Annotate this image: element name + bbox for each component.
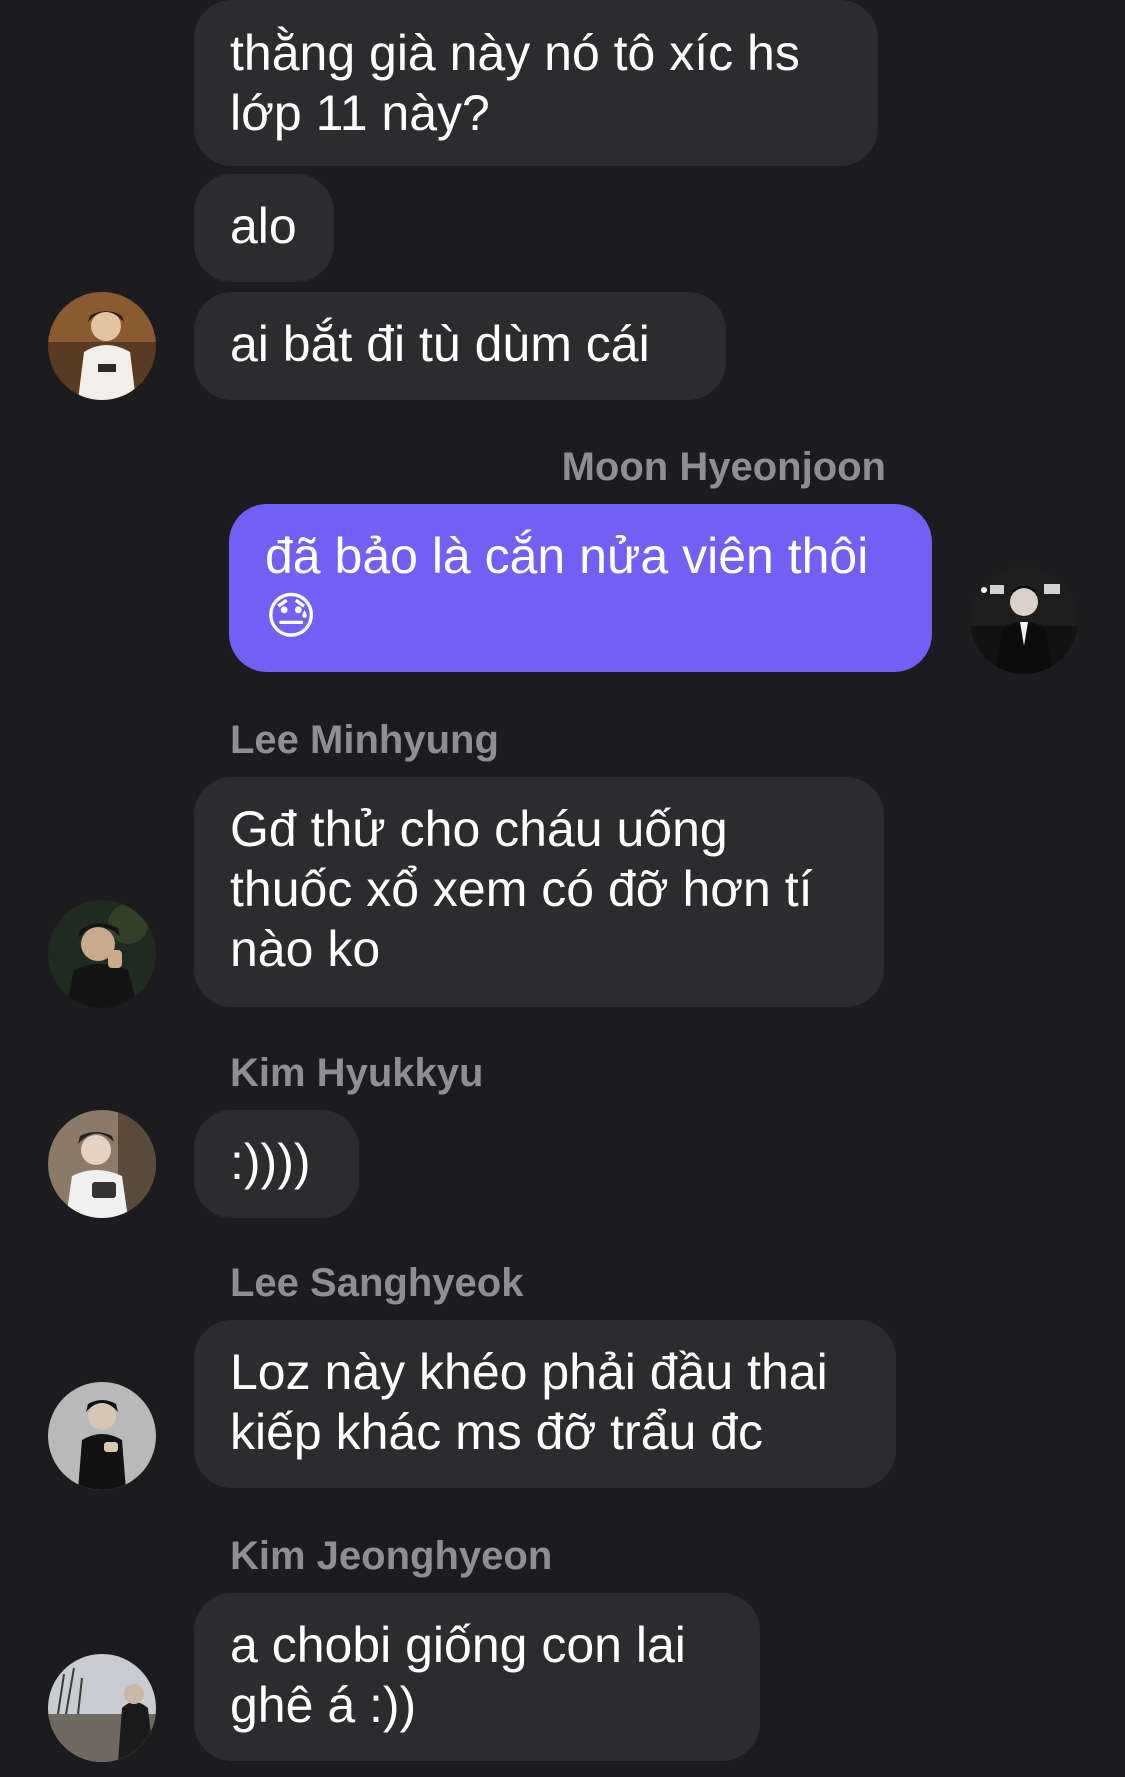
sender-avatar[interactable]: [48, 1382, 156, 1490]
message-bubble[interactable]: Loz này khéo phải đầu thai kiếp khác ms …: [194, 1320, 896, 1488]
sender-name: Moon Hyeonjoon: [561, 445, 886, 489]
sender-name: Kim Hyukkyu: [230, 1051, 484, 1095]
message-text: a chobi giống con lai ghê á :)): [230, 1617, 686, 1733]
sender-name: Lee Minhyung: [230, 718, 499, 762]
message-text: Loz này khéo phải đầu thai kiếp khác ms …: [230, 1344, 828, 1460]
message-bubble[interactable]: Gđ thử cho cháu uống thuốc xổ xem có đỡ …: [194, 777, 884, 1007]
message-text: thằng già này nó tô xíc hs lớp 11 này?: [230, 25, 800, 141]
avatar-photo: [48, 1654, 156, 1762]
message-bubble[interactable]: thằng già này nó tô xíc hs lớp 11 này?: [194, 0, 878, 166]
sender-name: Kim Jeonghyeon: [230, 1534, 553, 1578]
avatar-photo: [970, 566, 1078, 674]
sender-avatar[interactable]: [970, 566, 1078, 674]
message-text: ai bắt đi tù dùm cái: [230, 316, 650, 372]
avatar-photo: [48, 292, 156, 400]
avatar-photo: [48, 900, 156, 1008]
message-bubble[interactable]: a chobi giống con lai ghê á :)): [194, 1593, 760, 1761]
message-text: alo: [230, 198, 297, 254]
message-bubble[interactable]: ai bắt đi tù dùm cái: [194, 292, 726, 400]
avatar-photo: [48, 1382, 156, 1490]
avatar-photo: [48, 1110, 156, 1218]
sender-avatar[interactable]: [48, 292, 156, 400]
message-text: đã bảo là cắn nửa viên thôi: [265, 528, 869, 584]
message-text: Gđ thử cho cháu uống thuốc xổ xem có đỡ …: [230, 801, 813, 977]
message-bubble[interactable]: alo: [194, 174, 334, 282]
message-bubble-outgoing[interactable]: đã bảo là cắn nửa viên thôi 😓: [229, 504, 932, 672]
message-text: :)))): [230, 1134, 311, 1190]
sender-avatar[interactable]: [48, 1110, 156, 1218]
emoji-sweat-icon: 😓: [265, 587, 318, 645]
message-bubble[interactable]: :)))): [194, 1110, 359, 1218]
sender-avatar[interactable]: [48, 900, 156, 1008]
sender-avatar[interactable]: [48, 1654, 156, 1762]
sender-name: Lee Sanghyeok: [230, 1261, 524, 1305]
